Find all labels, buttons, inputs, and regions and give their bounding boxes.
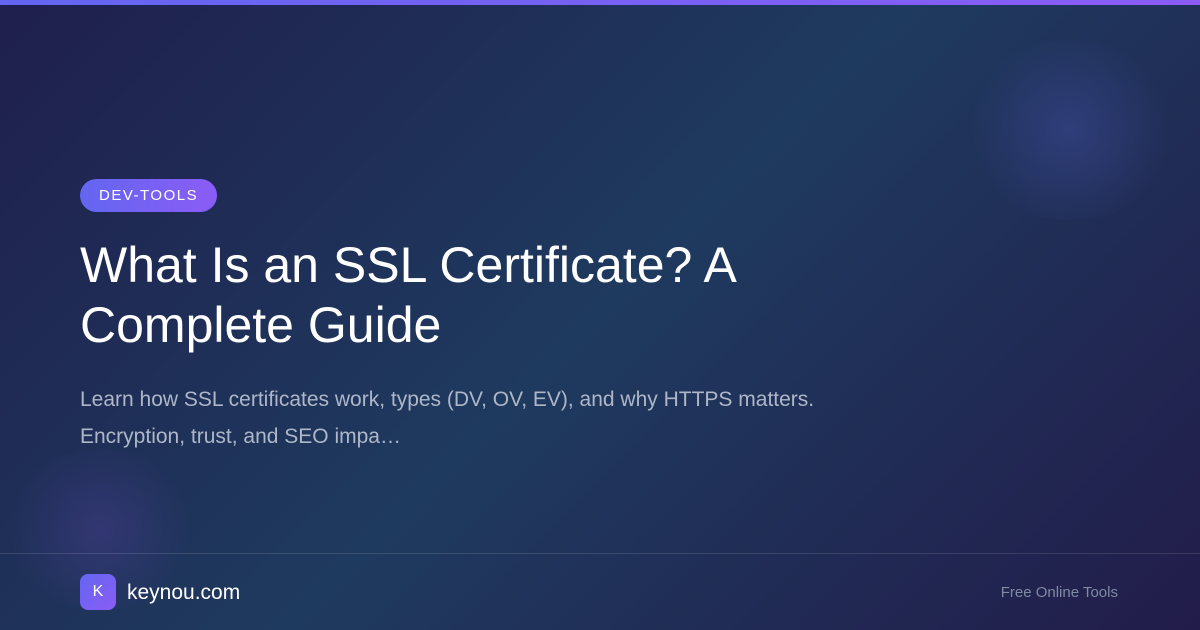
- site-name: keynou.com: [127, 581, 241, 604]
- site-logo: K: [80, 574, 116, 610]
- site-tagline: Free Online Tools: [1000, 584, 1118, 601]
- top-accent-bar: [0, 0, 1200, 5]
- background-glow-right: [960, 40, 1180, 220]
- article-description: Learn how SSL certificates work, types (…: [80, 388, 815, 448]
- footer-divider: [0, 553, 1200, 554]
- article-title: What Is an SSL Certificate? A Complete G…: [80, 237, 735, 353]
- category-badge: DEV-TOOLS: [80, 179, 218, 212]
